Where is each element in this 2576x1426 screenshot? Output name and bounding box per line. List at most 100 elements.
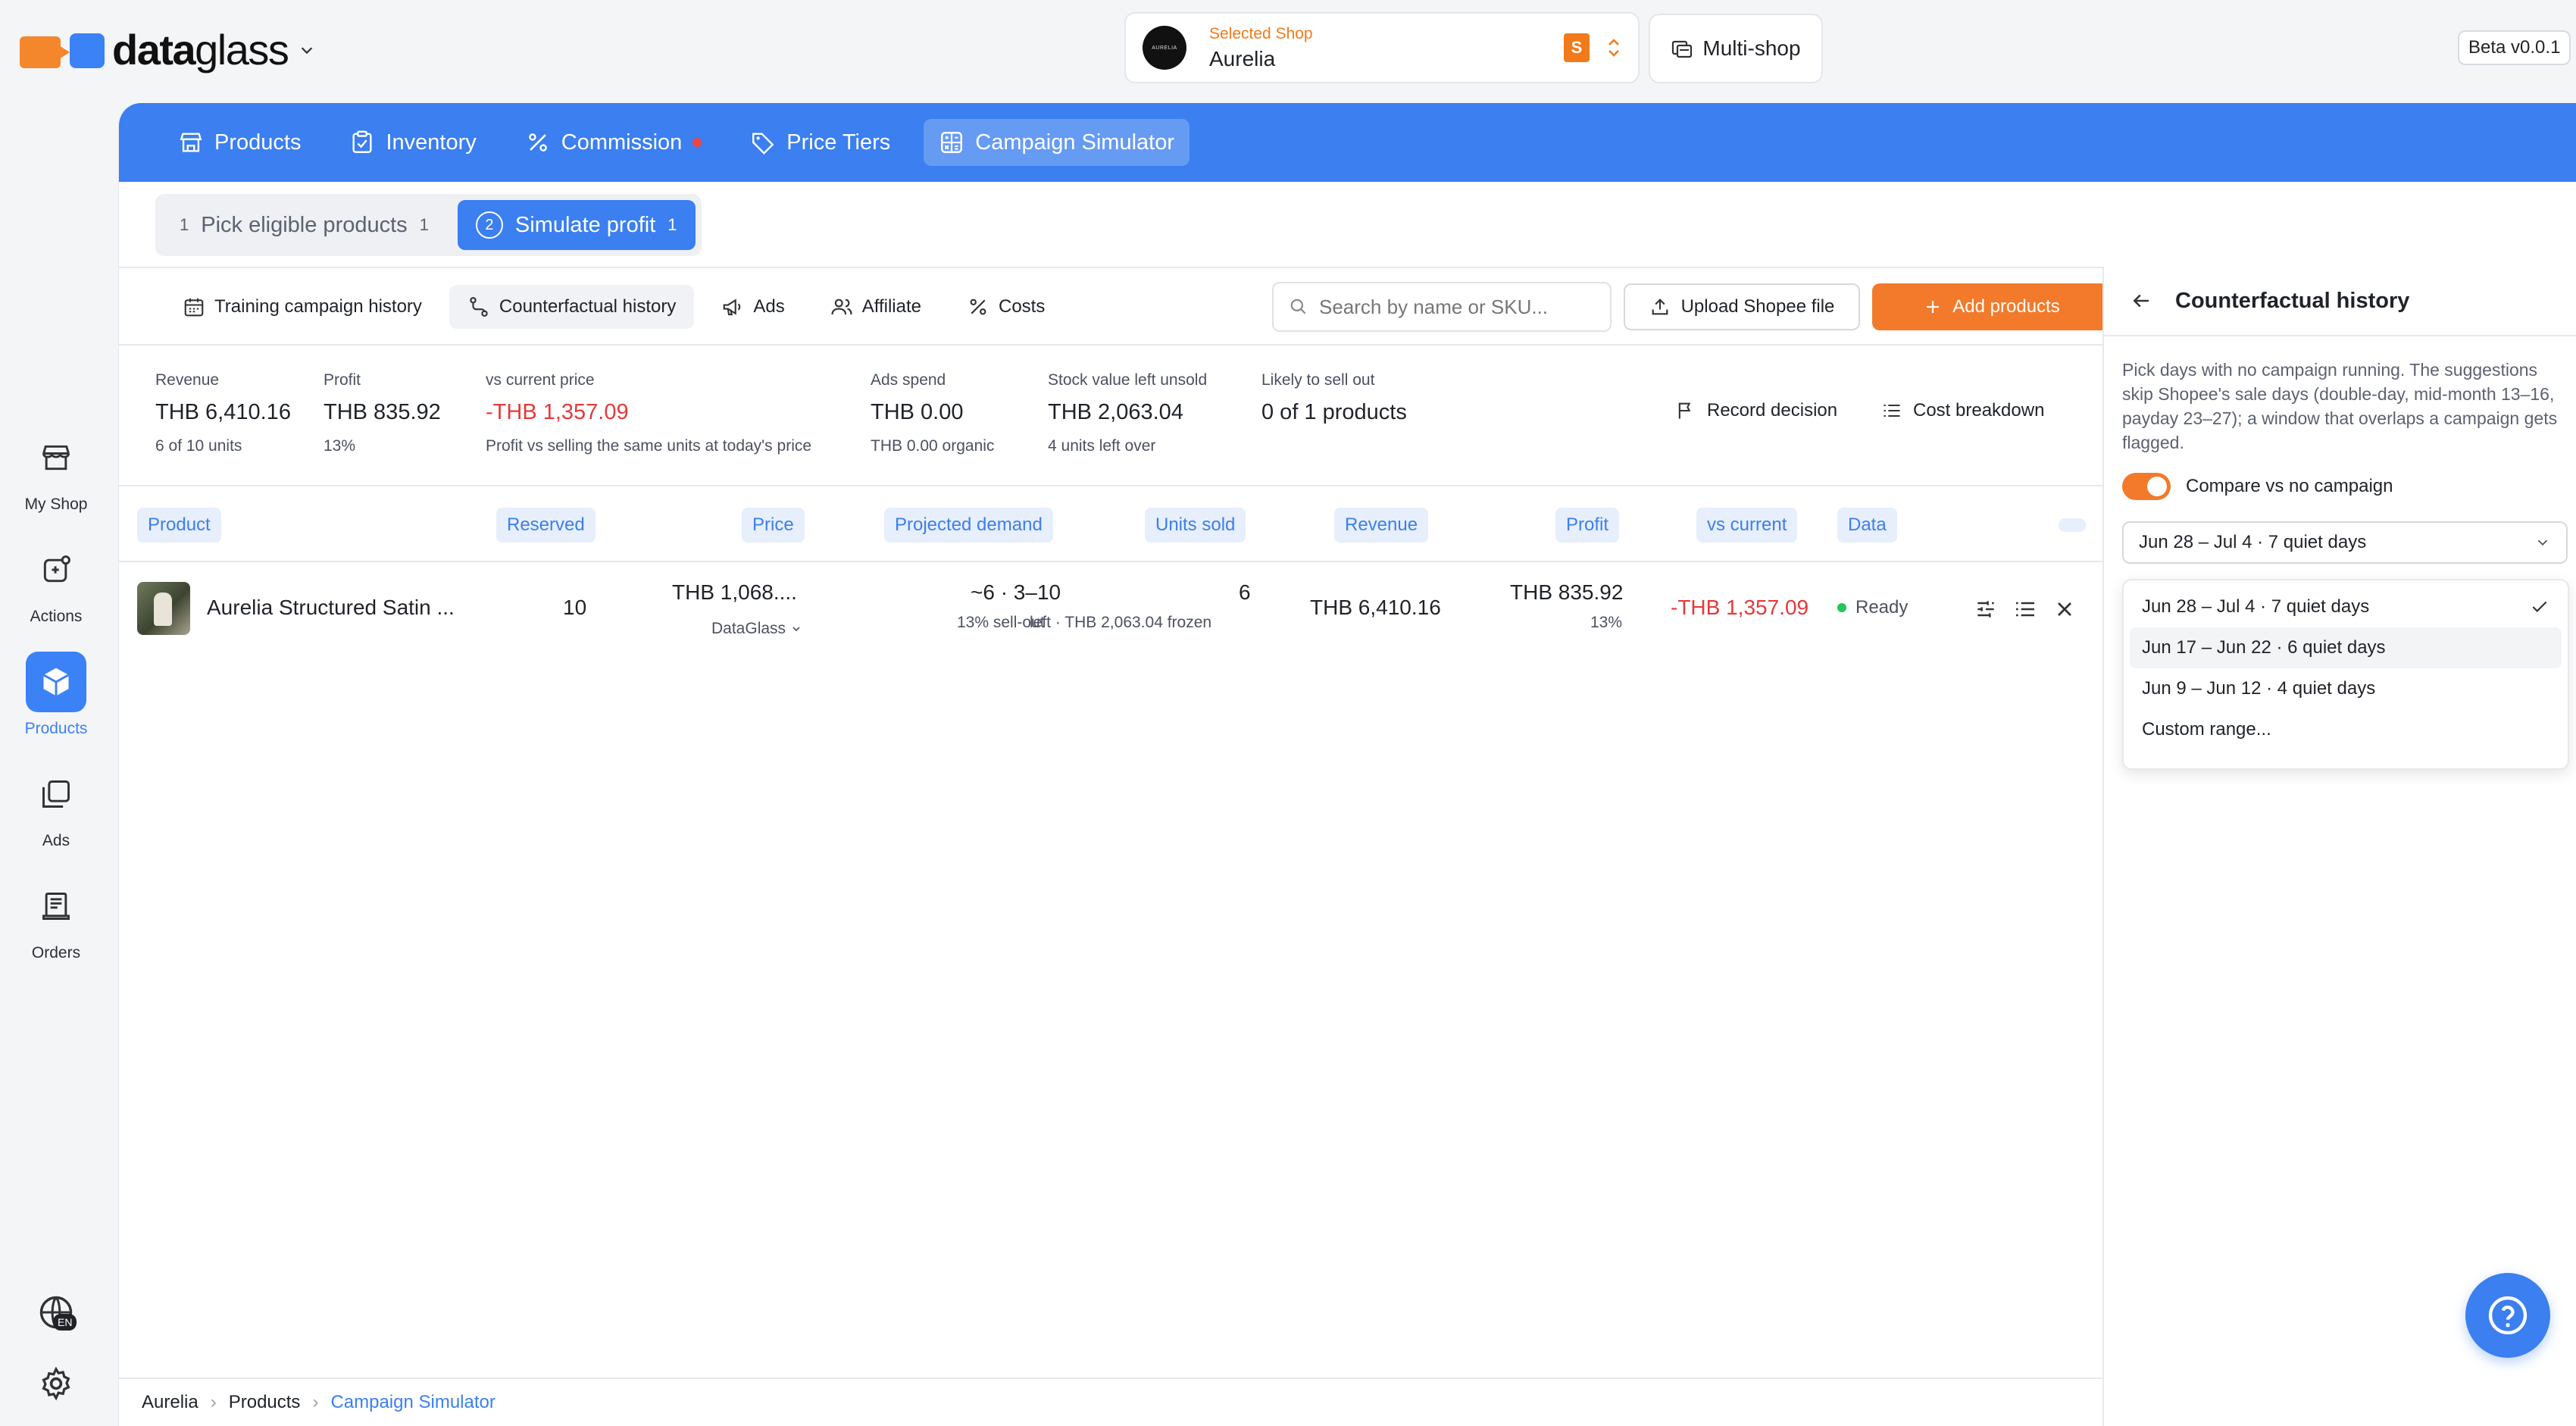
tab-campaign-simulator[interactable]: Campaign Simulator	[924, 119, 1190, 166]
clipboard-icon	[352, 130, 372, 153]
rail-item-ads[interactable]: Ads	[0, 764, 112, 850]
column-header-projected-demand[interactable]: Projected demand	[884, 508, 1053, 543]
product-name[interactable]: Aurelia Structured Satin ...	[207, 596, 455, 620]
column-header-vs-current[interactable]: vs current	[1696, 508, 1798, 543]
subtab-costs[interactable]: Costs	[949, 285, 1063, 329]
subtab-affiliate[interactable]: Affiliate	[812, 285, 939, 329]
step-label: Pick eligible products	[201, 212, 408, 237]
search-icon	[1290, 299, 1306, 314]
column-header-extra	[2059, 518, 2086, 532]
brand-name-light: glass	[195, 26, 289, 73]
top-nav: Products Inventory Commission Price Tier…	[119, 103, 2576, 182]
version-badge: Beta v0.0.1	[2458, 30, 2571, 65]
back-arrow-icon[interactable]	[2130, 289, 2152, 312]
store-icon	[180, 133, 202, 152]
reserved-value[interactable]: 10	[563, 596, 586, 620]
tab-label: Campaign Simulator	[975, 130, 1174, 155]
multishop-icon	[1672, 40, 1693, 58]
tab-price-tiers[interactable]: Price Tiers	[735, 119, 905, 166]
column-header-product[interactable]: Product	[137, 508, 221, 543]
subtab-label: Ads	[753, 296, 785, 317]
multi-shop-button[interactable]: Multi-shop	[1649, 14, 1823, 83]
upload-icon	[1652, 299, 1668, 315]
list-icon	[2016, 602, 2034, 617]
price-source-dropdown[interactable]: DataGlass	[711, 620, 802, 638]
shop-selector[interactable]: AURELIA Selected Shop Aurelia S	[1124, 12, 1640, 83]
breadcrumb-item[interactable]: Aurelia	[142, 1392, 199, 1413]
step-simulate-profit[interactable]: 2 Simulate profit 1	[457, 200, 696, 250]
add-products-button[interactable]: Add products	[1872, 283, 2112, 330]
range-option-custom[interactable]: Custom range...	[2130, 709, 2562, 750]
range-option[interactable]: Jun 9 – Jun 12 · 4 quiet days	[2130, 668, 2562, 709]
metric-ads-spend: Ads spend THB 0.00 THB 0.00 organic	[871, 371, 994, 455]
column-header-data[interactable]: Data	[1837, 508, 1897, 543]
rail-label: My Shop	[24, 496, 88, 513]
upload-shopee-file-button[interactable]: Upload Shopee file	[1624, 283, 1860, 330]
column-header-revenue[interactable]: Revenue	[1334, 508, 1429, 543]
range-option-label: Custom range...	[2142, 719, 2271, 740]
column-header-price[interactable]: Price	[742, 508, 805, 543]
product-thumbnail	[137, 582, 190, 635]
subtab-training-history[interactable]: Training campaign history	[164, 285, 440, 329]
metric-sub: Profit vs selling the same units at toda…	[486, 437, 812, 455]
metric-vs-current-price: vs current price -THB 1,357.09 Profit vs…	[486, 371, 811, 455]
shop-name: Aurelia	[1209, 46, 1276, 70]
rail-item-products[interactable]: Products	[0, 652, 112, 738]
subtab-ads[interactable]: Ads	[703, 285, 802, 329]
breadcrumb: Aurelia › Products › Campaign Simulator	[119, 1378, 2102, 1426]
price-value[interactable]: THB 1,068....	[672, 580, 797, 605]
tab-inventory[interactable]: Inventory	[334, 119, 491, 166]
users-icon	[831, 299, 852, 315]
row-adjust-button[interactable]	[1974, 597, 1998, 621]
divider	[119, 344, 2102, 346]
tab-commission[interactable]: Commission	[510, 119, 717, 166]
row-remove-button[interactable]	[2052, 597, 2077, 621]
language-badge: EN	[53, 1314, 77, 1331]
rail-label: Actions	[30, 608, 83, 625]
subtab-counterfactual-history[interactable]: Counterfactual history	[449, 285, 695, 329]
settings-button[interactable]	[38, 1365, 74, 1402]
help-button[interactable]	[2465, 1273, 2550, 1358]
range-option[interactable]: Jun 17 – Jun 22 · 6 quiet days	[2130, 627, 2562, 668]
breadcrumb-separator: ›	[210, 1392, 217, 1412]
range-select[interactable]: Jun 28 – Jul 4 · 7 quiet days	[2122, 521, 2568, 564]
units-sold-sub: left · THB 2,063.04 frozen	[1030, 614, 1212, 631]
step-pick-products[interactable]: 1 Pick eligible products 1	[161, 200, 447, 250]
metric-sub: 6 of 10 units	[155, 437, 242, 455]
range-option[interactable]: Jun 28 – Jul 4 · 7 quiet days	[2130, 586, 2562, 627]
chevron-down-icon[interactable]	[299, 42, 315, 58]
gear-icon	[42, 1366, 70, 1401]
shop-avatar: AURELIA	[1143, 26, 1186, 70]
rail-label: Ads	[42, 832, 70, 849]
metric-label: Revenue	[155, 371, 220, 389]
actions-icon	[43, 555, 70, 583]
metric-profit: Profit THB 835.92 13%	[324, 371, 441, 455]
breadcrumb-item[interactable]: Products	[229, 1392, 301, 1413]
metric-sub: THB 0.00 organic	[871, 437, 995, 455]
column-header-profit[interactable]: Profit	[1555, 508, 1620, 543]
compare-toggle[interactable]	[2122, 473, 2171, 500]
wizard-steps: 1 Pick eligible products 1 2 Simulate pr…	[155, 194, 702, 256]
breadcrumb-separator: ›	[312, 1392, 319, 1412]
tab-products[interactable]: Products	[163, 119, 316, 166]
step-count: 1	[419, 215, 429, 234]
metric-value: THB 6,410.16	[155, 400, 291, 424]
metric-value: THB 835.92	[324, 400, 441, 424]
language-button[interactable]: EN	[36, 1293, 77, 1332]
rail-item-actions[interactable]: Actions	[0, 539, 112, 626]
metric-revenue: Revenue THB 6,410.16 6 of 10 units	[155, 371, 291, 455]
flag-icon	[1678, 402, 1691, 419]
cost-breakdown-button[interactable]: Cost breakdown	[1881, 400, 2044, 421]
column-header-reserved[interactable]: Reserved	[496, 508, 596, 543]
sliders-icon	[1977, 601, 1994, 618]
row-details-button[interactable]	[2013, 597, 2037, 621]
side-panel-title: Counterfactual history	[2175, 288, 2410, 313]
search-input[interactable]: Search by name or SKU...	[1272, 282, 1612, 332]
record-decision-button[interactable]: Record decision	[1675, 400, 1837, 421]
shop-selector-label: Selected Shop	[1209, 25, 1313, 43]
subtab-label: Counterfactual history	[499, 296, 677, 317]
rail-item-my-shop[interactable]: My Shop	[0, 427, 112, 514]
rail-item-orders[interactable]: Orders	[0, 876, 112, 962]
column-header-units-sold[interactable]: Units sold	[1145, 508, 1246, 543]
brand-logo[interactable]: dataglass	[20, 29, 315, 71]
